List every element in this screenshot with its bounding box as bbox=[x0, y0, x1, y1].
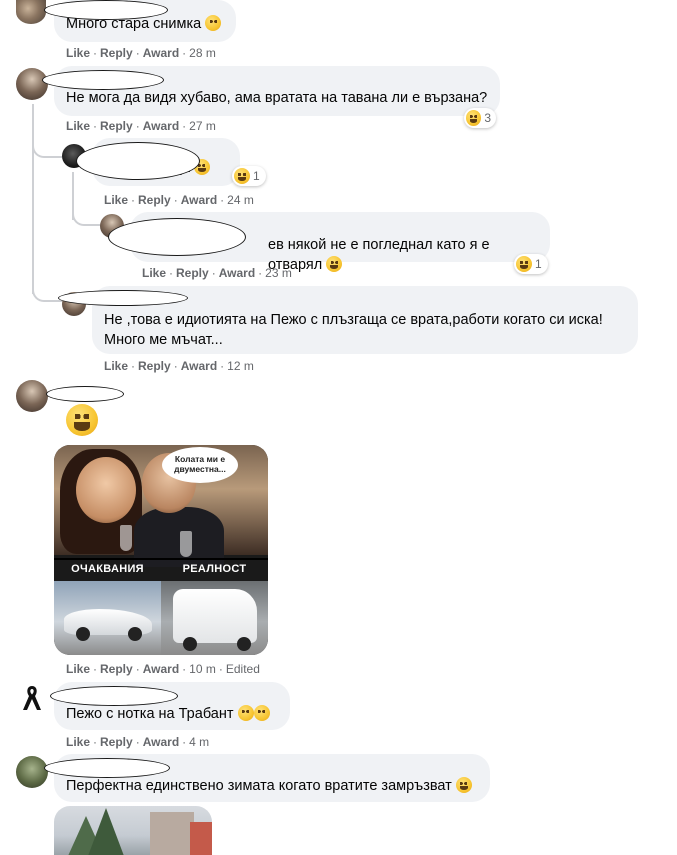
timestamp[interactable]: 12 m bbox=[227, 359, 254, 373]
avatar[interactable] bbox=[16, 756, 48, 788]
timestamp[interactable]: 28 m bbox=[189, 46, 216, 60]
like-button[interactable]: Like bbox=[104, 193, 128, 207]
reply-button[interactable]: Reply bbox=[138, 193, 171, 207]
comment-actions: Like · Reply · Award · 23 m bbox=[142, 266, 292, 280]
avatar[interactable] bbox=[16, 0, 46, 24]
meme-image[interactable]: Колата ми е двуместна... ОЧАКВАНИЯ РЕАЛН… bbox=[54, 445, 268, 655]
reply-button[interactable]: Reply bbox=[100, 46, 133, 60]
reaction-summary[interactable]: 3 bbox=[464, 108, 496, 128]
meme-label-expectations: ОЧАКВАНИЯ bbox=[71, 563, 144, 575]
grinning-emoji-icon bbox=[66, 404, 98, 436]
comment-text: Не ,това е идиотията на Пежо с плъзгаща … bbox=[104, 312, 603, 348]
comment-actions: Like · Reply · Award · 4 m bbox=[66, 735, 210, 749]
timestamp[interactable]: 23 m bbox=[265, 266, 292, 280]
like-button[interactable]: Like bbox=[66, 735, 90, 749]
reaction-count: 3 bbox=[484, 111, 491, 125]
award-button[interactable]: Award bbox=[143, 119, 179, 133]
like-button[interactable]: Like bbox=[66, 46, 90, 60]
comment-actions: Like · Reply · Award · 27 m bbox=[66, 119, 216, 133]
like-button[interactable]: Like bbox=[104, 359, 128, 373]
redacted-name bbox=[44, 758, 170, 778]
meme-van bbox=[161, 581, 268, 655]
timestamp[interactable]: 10 m bbox=[189, 662, 216, 676]
thread-line bbox=[32, 104, 34, 294]
comment-actions: Like · Reply · Award · 12 m bbox=[104, 359, 254, 373]
avatar[interactable] bbox=[16, 682, 48, 714]
laughing-emoji-icon bbox=[516, 256, 532, 272]
award-button[interactable]: Award bbox=[219, 266, 255, 280]
redacted-name bbox=[76, 142, 200, 180]
reaction-summary[interactable]: 1 bbox=[514, 254, 548, 274]
thread-connector bbox=[32, 282, 62, 302]
like-button[interactable]: Like bbox=[142, 266, 166, 280]
attached-photo[interactable] bbox=[54, 806, 212, 855]
avatar[interactable] bbox=[16, 68, 48, 100]
reply-button[interactable]: Reply bbox=[100, 735, 133, 749]
rofl-emoji-icon bbox=[455, 777, 472, 793]
thread-connector bbox=[72, 208, 102, 226]
edited-label[interactable]: Edited bbox=[226, 662, 260, 676]
meme-label-reality: РЕАЛНОСТ bbox=[182, 563, 247, 575]
reply-button[interactable]: Reply bbox=[176, 266, 209, 280]
comment-text: Не мога да видя хубаво, ама вратата на т… bbox=[66, 90, 488, 106]
award-button[interactable]: Award bbox=[181, 359, 217, 373]
avatar[interactable] bbox=[16, 380, 48, 412]
laughing-emoji-icon bbox=[466, 110, 482, 126]
thread-connector bbox=[32, 138, 62, 158]
thinking-emoji-icon bbox=[205, 15, 222, 31]
reply-button[interactable]: Reply bbox=[100, 662, 133, 676]
meme-sports-car bbox=[54, 581, 161, 655]
timestamp[interactable]: 4 m bbox=[189, 735, 209, 749]
redacted-name bbox=[50, 686, 178, 706]
comment-actions: Like · Reply · Award · 28 m bbox=[66, 46, 216, 60]
redacted-name bbox=[42, 70, 164, 90]
meme-couple-photo: Колата ми е двуместна... bbox=[54, 445, 268, 567]
timestamp[interactable]: 24 m bbox=[227, 193, 254, 207]
timestamp[interactable]: 27 m bbox=[189, 119, 216, 133]
award-button[interactable]: Award bbox=[143, 46, 179, 60]
black-ribbon-icon bbox=[23, 686, 41, 710]
thinking-emoji-icon bbox=[253, 705, 270, 721]
redacted-name bbox=[58, 290, 188, 306]
redacted-name bbox=[44, 0, 168, 20]
award-button[interactable]: Award bbox=[181, 193, 217, 207]
reply-button[interactable]: Reply bbox=[100, 119, 133, 133]
like-button[interactable]: Like bbox=[66, 119, 90, 133]
award-button[interactable]: Award bbox=[143, 735, 179, 749]
reaction-summary[interactable]: 1 bbox=[232, 166, 266, 186]
comment-text: Пежо с нотка на Трабант bbox=[66, 706, 234, 722]
comment-actions: Like · Reply · Award · 10 m · Edited bbox=[66, 662, 260, 676]
comment-actions: Like · Reply · Award · 24 m bbox=[104, 193, 254, 207]
redacted-name bbox=[108, 218, 246, 256]
award-button[interactable]: Award bbox=[143, 662, 179, 676]
comment-text: Перфектна единствено зимата когато врати… bbox=[66, 778, 452, 794]
reaction-count: 1 bbox=[535, 257, 542, 271]
monocle-emoji-icon bbox=[237, 705, 254, 721]
meme-speech-bubble: Колата ми е двуместна... bbox=[162, 447, 238, 483]
like-button[interactable]: Like bbox=[66, 662, 90, 676]
grinning-emoji-icon bbox=[326, 256, 343, 272]
comment-text: ев някой не е погледнал като я е отварял bbox=[268, 237, 490, 273]
laughing-emoji-icon bbox=[234, 168, 250, 184]
reply-button[interactable]: Reply bbox=[138, 359, 171, 373]
redacted-name bbox=[46, 386, 124, 402]
reaction-count: 1 bbox=[253, 169, 260, 183]
